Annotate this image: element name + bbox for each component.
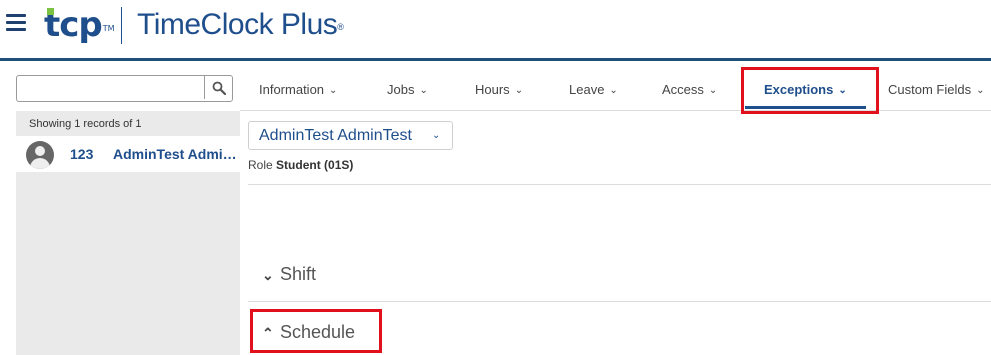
record-id: 123 bbox=[70, 146, 94, 162]
tab-exceptions[interactable]: Exceptions ⌄ bbox=[764, 82, 847, 97]
header-divider bbox=[0, 58, 991, 61]
role-value: Student (01S) bbox=[276, 158, 354, 172]
role-label: Role bbox=[248, 158, 273, 172]
chevron-down-icon: ⌄ bbox=[419, 85, 428, 96]
chevron-down-icon: ⌄ bbox=[976, 85, 985, 96]
chevron-down-icon: ⌄ bbox=[514, 85, 524, 96]
tab-label: Leave bbox=[569, 82, 605, 97]
chevron-down-icon: ⌄ bbox=[329, 85, 338, 96]
tab-label: Information bbox=[259, 82, 325, 97]
section-schedule-toggle[interactable]: ⌃ Schedule bbox=[262, 322, 355, 343]
tab-access[interactable]: Access ⌄ bbox=[662, 82, 717, 97]
section-shift-label: Shift bbox=[280, 264, 317, 284]
logo-divider bbox=[121, 7, 122, 44]
search-icon bbox=[212, 81, 226, 95]
tab-label: Custom Fields bbox=[888, 82, 972, 97]
chevron-up-icon: ⌃ bbox=[262, 325, 274, 341]
search-box bbox=[16, 75, 233, 102]
records-panel: Showing 1 records of 1 123 AdminTest Adm… bbox=[16, 111, 240, 355]
section-shift-toggle[interactable]: ⌄ Shift bbox=[262, 264, 316, 285]
tab-leave[interactable]: Leave ⌄ bbox=[569, 82, 618, 97]
employee-role: Role Student (01S) bbox=[248, 158, 353, 172]
user-avatar-icon bbox=[26, 141, 54, 169]
employee-name: AdminTest AdminTest bbox=[259, 127, 412, 144]
section-divider bbox=[248, 301, 991, 302]
record-name: AdminTest AdminTest bbox=[113, 146, 237, 162]
chevron-down-icon: ⌄ bbox=[262, 267, 274, 283]
search-input[interactable] bbox=[17, 76, 203, 99]
app-header: tcpTM TimeClock Plus® bbox=[0, 0, 991, 58]
app-name: TimeClock Plus® bbox=[137, 8, 344, 42]
logo-trademark: TM bbox=[102, 24, 115, 33]
tab-label: Hours bbox=[475, 82, 510, 97]
tab-jobs[interactable]: Jobs ⌄ bbox=[387, 82, 428, 97]
logo-green-square bbox=[47, 8, 54, 15]
employee-selector[interactable]: AdminTest AdminTest ⌄ bbox=[248, 121, 453, 150]
tab-information[interactable]: Information ⌄ bbox=[259, 82, 337, 97]
records-count: Showing 1 records of 1 bbox=[29, 118, 142, 130]
tab-hours[interactable]: Hours ⌄ bbox=[475, 82, 523, 97]
chevron-down-icon: ⌄ bbox=[609, 85, 618, 96]
tab-custom-fields[interactable]: Custom Fields ⌄ bbox=[888, 82, 984, 97]
tcp-logo: tcpTM bbox=[44, 5, 115, 45]
active-tab-indicator bbox=[745, 106, 866, 109]
app-name-text: TimeClock Plus bbox=[137, 8, 338, 41]
tabs-divider bbox=[240, 110, 991, 111]
app-name-registered: ® bbox=[337, 22, 344, 32]
content-divider bbox=[248, 184, 991, 185]
tab-label: Jobs bbox=[387, 82, 415, 97]
tab-label: Access bbox=[662, 82, 704, 97]
chevron-down-icon: ⌄ bbox=[432, 130, 441, 141]
tab-label: Exceptions bbox=[764, 82, 834, 97]
record-row[interactable]: 123 AdminTest AdminTest bbox=[16, 136, 240, 172]
chevron-down-icon: ⌄ bbox=[708, 85, 718, 96]
hamburger-menu-icon[interactable] bbox=[6, 14, 26, 32]
section-schedule-label: Schedule bbox=[280, 322, 356, 342]
search-button[interactable] bbox=[204, 76, 232, 99]
chevron-down-icon: ⌄ bbox=[838, 85, 847, 96]
